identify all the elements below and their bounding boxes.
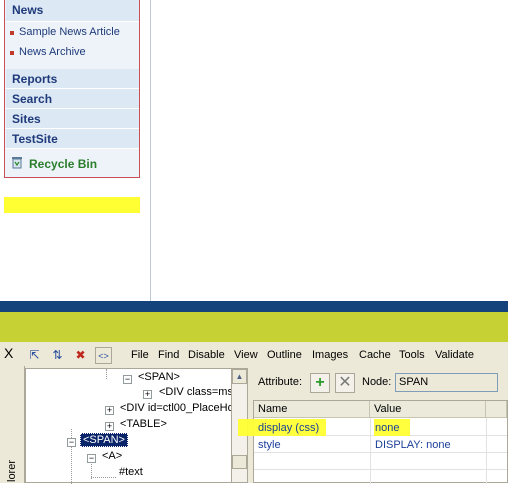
menu-tools[interactable]: Tools bbox=[399, 349, 425, 361]
news-archive-link[interactable]: News Archive bbox=[19, 46, 86, 58]
node-label: Node: bbox=[362, 376, 392, 388]
toolbar-row: ⇱ ⇅ ✖ <> File Find Disable View Outline … bbox=[24, 346, 508, 366]
tree-node-span[interactable]: <SPAN> bbox=[138, 371, 180, 383]
scroll-thumb[interactable] bbox=[232, 455, 247, 469]
menu-find[interactable]: Find bbox=[158, 349, 179, 361]
news-heading[interactable]: News bbox=[12, 3, 43, 17]
collapse-icon[interactable]: − bbox=[67, 438, 76, 447]
recycle-bin-link[interactable]: Recycle Bin bbox=[29, 157, 97, 171]
attr-row-value[interactable]: none bbox=[375, 422, 399, 434]
navy-band bbox=[0, 301, 508, 312]
search-heading[interactable]: Search bbox=[12, 92, 52, 106]
attribute-label: Attribute: bbox=[258, 376, 303, 388]
expand-icon[interactable]: + bbox=[105, 422, 114, 431]
tree-connector bbox=[91, 477, 116, 478]
menu-view[interactable]: View bbox=[234, 349, 258, 361]
menu-outline[interactable]: Outline bbox=[267, 349, 302, 361]
quick-launch-sites[interactable]: Sites bbox=[6, 109, 139, 129]
collapse-icon[interactable]: − bbox=[123, 375, 132, 384]
menu-images[interactable]: Images bbox=[312, 349, 348, 361]
grid-line bbox=[370, 418, 371, 484]
column-header-filler bbox=[486, 401, 507, 418]
sample-news-link[interactable]: Sample News Article bbox=[19, 26, 120, 38]
tree-node-div-class[interactable]: <DIV class=ms- bbox=[159, 386, 237, 398]
testsite-heading[interactable]: TestSite bbox=[12, 132, 58, 146]
grid-line bbox=[486, 418, 487, 484]
remove-attribute-icon[interactable]: ✕ bbox=[335, 373, 355, 393]
bullet-icon bbox=[10, 31, 14, 35]
view-source-icon[interactable]: <> bbox=[95, 347, 112, 364]
refresh-icon[interactable]: ⇅ bbox=[49, 347, 66, 364]
recycle-bin-icon bbox=[12, 157, 22, 169]
grid-line bbox=[254, 469, 507, 470]
expand-icon[interactable]: + bbox=[143, 390, 152, 399]
menu-disable[interactable]: Disable bbox=[188, 349, 225, 361]
clear-icon[interactable]: ✖ bbox=[72, 347, 89, 364]
quick-launch-search[interactable]: Search bbox=[6, 89, 139, 109]
reports-heading[interactable]: Reports bbox=[12, 72, 57, 86]
menu-file[interactable]: File bbox=[131, 349, 149, 361]
tree-node-table[interactable]: <TABLE> bbox=[120, 418, 167, 430]
close-icon[interactable]: X bbox=[4, 345, 13, 361]
tree-node-text[interactable]: #text bbox=[119, 466, 143, 478]
collapse-icon[interactable]: − bbox=[87, 454, 96, 463]
menu-cache[interactable]: Cache bbox=[359, 349, 391, 361]
attr-row-value[interactable]: DISPLAY: none bbox=[375, 439, 451, 451]
grid-line bbox=[254, 452, 507, 453]
yellow-highlight-mark bbox=[4, 197, 140, 213]
column-header-name[interactable]: Name bbox=[254, 401, 370, 418]
lime-band bbox=[0, 312, 508, 342]
add-attribute-icon[interactable]: + bbox=[310, 373, 330, 393]
scroll-up-icon[interactable]: ▲ bbox=[232, 369, 247, 384]
content-divider bbox=[150, 0, 151, 301]
quick-launch-testsite[interactable]: TestSite bbox=[6, 129, 139, 149]
node-name-field[interactable]: SPAN bbox=[395, 373, 498, 392]
tree-node-div-id[interactable]: <DIV id=ctl00_PlaceHol bbox=[120, 402, 236, 414]
tree-node-span-selected[interactable]: <SPAN> bbox=[80, 433, 128, 447]
bullet-icon bbox=[10, 51, 14, 55]
side-tab-label: lorer bbox=[6, 459, 18, 482]
expand-icon[interactable]: + bbox=[105, 406, 114, 415]
select-element-icon[interactable]: ⇱ bbox=[26, 347, 43, 364]
attr-row-name[interactable]: display (css) bbox=[258, 422, 319, 434]
sites-heading[interactable]: Sites bbox=[12, 112, 41, 126]
tree-node-anchor[interactable]: <A> bbox=[102, 450, 122, 462]
quick-launch-reports[interactable]: Reports bbox=[6, 69, 139, 89]
quick-launch-panel: News Sample News Article News Archive Re… bbox=[4, 0, 140, 178]
quick-launch-news-header[interactable]: News bbox=[6, 0, 139, 22]
menu-validate[interactable]: Validate bbox=[435, 349, 474, 361]
tree-connector bbox=[106, 369, 107, 379]
attributes-grid: Name Value display (css) none style DISP… bbox=[238, 400, 508, 484]
attr-row-name[interactable]: style bbox=[258, 439, 281, 451]
dom-tree-pane: − <SPAN> + <DIV class=ms- + <DIV id=ctl0… bbox=[25, 368, 237, 484]
column-header-value[interactable]: Value bbox=[370, 401, 486, 418]
